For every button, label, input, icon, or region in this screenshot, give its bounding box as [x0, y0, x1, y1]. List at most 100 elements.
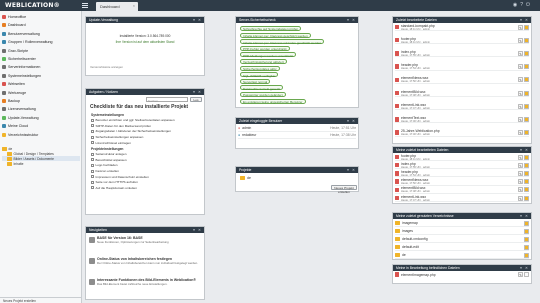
tab-dashboard[interactable]: Dashboard × [96, 2, 138, 11]
menu-toggle-icon[interactable] [82, 3, 88, 8]
folder-icon[interactable] [524, 187, 529, 193]
file-row[interactable]: index.php Heute, 17:55 Uhr · admin ✎ [395, 162, 529, 170]
folder-icon[interactable] [524, 228, 529, 234]
sidebar-item-12[interactable]: Update-Verwaltung [2, 115, 80, 121]
panel-controls[interactable]: ▾ ✕ [347, 168, 356, 172]
version-history-link[interactable]: Versionshistorie anzeigen [90, 65, 123, 69]
file-row[interactable]: elementBild.wsx Heute, 17:48 Uhr · admin ✎ [395, 90, 529, 97]
checklist-item[interactable]: Impressum und Datenschutz einstellen [91, 174, 149, 179]
checkbox[interactable] [91, 141, 94, 145]
checklist-item[interactable]: Seite vor dem HTTPS aufrufen [91, 180, 138, 185]
news-item[interactable]: Online-Status von Inhaltsbereichen festl… [89, 257, 201, 275]
tree-item-inhalte[interactable]: Inhalte [2, 161, 80, 166]
edit-icon[interactable]: ✎ [518, 187, 523, 193]
panel-controls[interactable]: ▾ ✕ [520, 214, 529, 218]
checkbox[interactable] [91, 169, 94, 173]
edit-icon[interactable]: ✎ [518, 90, 523, 96]
sidebar-item-0[interactable]: Homeoffice [2, 14, 80, 20]
edit-icon[interactable]: ✎ [518, 64, 523, 70]
file-row[interactable]: standard-kompakt.php Heute, 18:11 Uhr · a… [395, 24, 529, 31]
panel-controls[interactable]: ▾ ✕ [520, 18, 529, 22]
edit-icon[interactable]: ✎ [518, 162, 523, 168]
panel-controls[interactable]: ▾ ✕ [520, 266, 529, 270]
edit-icon[interactable]: ✎ [518, 154, 523, 160]
sidebar-item-13[interactable]: Meine Cloud [2, 123, 80, 129]
checklist-item[interactable]: Sicherheitseinstellungen anpassen [91, 135, 143, 140]
edit-icon[interactable]: ✎ [518, 179, 523, 185]
edit-icon[interactable]: ✎ [518, 103, 523, 109]
file-row[interactable]: elementNews.wsx Heute, 17:50 Uhr · admin ✎ [395, 76, 529, 84]
panel-controls[interactable]: ▾ ✕ [520, 148, 529, 152]
folder-icon[interactable] [524, 116, 529, 122]
sidebar-item-1[interactable]: Dashboard [2, 22, 80, 28]
checklist-item[interactable]: Lizenzschlüssel eintragen [91, 140, 131, 145]
news-item[interactable]: BASE für Version 16: BASE Neue Funktionen… [89, 236, 201, 254]
checklist-item[interactable]: SMTP-Daten für den Mailversand prüfen [91, 124, 151, 129]
folder-icon[interactable] [524, 252, 529, 258]
tasks-search-input[interactable]: Suchen [146, 97, 188, 103]
panel-controls[interactable]: ▾ ✕ [347, 119, 356, 123]
news-item[interactable]: Interessante Funktionen des Bild-Element… [89, 278, 201, 296]
checkbox[interactable] [91, 152, 94, 156]
panel-controls[interactable]: ▾ ✕ [193, 90, 202, 94]
folder-icon[interactable] [524, 90, 529, 96]
edit-icon[interactable]: ✎ [518, 130, 523, 136]
edit-icon[interactable]: ✎ [518, 272, 523, 277]
checklist-item[interactable]: Auf die Hauptdomain umleiten [91, 186, 137, 191]
file-row[interactable]: header.php Heute, 17:54 Uhr · admin ✎ [395, 170, 529, 178]
sidebar-item-14[interactable]: Verzeichnisstruktur [2, 132, 80, 138]
file-row[interactable]: elementLink.wsx Heute, 17:47 Uhr · admin ✎ [395, 103, 529, 111]
folder-icon[interactable] [524, 244, 529, 250]
sidebar-item-9[interactable]: Werkzeuge [2, 90, 80, 96]
file-row[interactable]: header.php Heute, 17:54 Uhr · admin ✎ [395, 63, 529, 71]
folder-icon[interactable] [524, 154, 529, 160]
panel-controls[interactable]: ▾ ✕ [193, 18, 202, 22]
user-row[interactable]: ● redakteur Heute, 17:38 Uhr [238, 132, 356, 139]
file-row[interactable]: footer.php Heute, 18:11 Uhr · admin ✎ [395, 37, 529, 45]
sidebar-item-3[interactable]: Gruppen / Rollenverwaltung [2, 39, 80, 45]
power-icon[interactable]: ⏻ [526, 2, 533, 8]
checklist-item[interactable]: Logo hochladen [91, 163, 118, 168]
checklist-item[interactable]: Favicon erstellen [91, 169, 119, 174]
checkbox[interactable] [91, 175, 94, 179]
sidebar-item-8[interactable]: Webseiten [2, 81, 80, 87]
checklist-item[interactable]: Benutzer einrichten und ggf. Stellvertre… [91, 118, 175, 123]
edit-icon[interactable]: ✎ [518, 195, 523, 201]
folder-icon[interactable] [524, 236, 529, 242]
folder-icon[interactable] [524, 220, 529, 226]
file-row[interactable]: elementBild.wsx Heute, 17:48 Uhr · admin ✎ [395, 186, 529, 194]
folder-icon[interactable] [524, 195, 529, 201]
file-row[interactable]: elementText.wsx Heute, 17:46 Uhr · admin ✎ [395, 116, 529, 124]
sidebar-item-10[interactable]: Backup [2, 98, 80, 104]
folder-row[interactable]: default-xmlconfig [395, 236, 529, 243]
folder-row[interactable]: images [395, 228, 529, 235]
edit-icon[interactable]: ✎ [518, 37, 523, 43]
checkbox[interactable] [91, 163, 94, 167]
new-project-link[interactable]: Neues Projekt erstellen [0, 297, 82, 303]
file-row[interactable]: 25-Jahre-Weblication.php Heute, 17:40 Uhr… [395, 129, 529, 137]
folder-icon[interactable] [524, 272, 529, 277]
sidebar-item-6[interactable]: Serverinformationen [2, 64, 80, 70]
folder-icon[interactable] [524, 50, 529, 56]
file-row[interactable]: index.php Heute, 17:55 Uhr · admin ✎ [395, 50, 529, 58]
tasks-search-button[interactable]: Los [190, 97, 202, 102]
folder-icon[interactable] [524, 77, 529, 83]
file-row[interactable]: elementNews.wsx Heute, 17:50 Uhr · admin ✎ [395, 178, 529, 186]
checklist-item[interactable]: Seitenstruktur anlegen [91, 152, 126, 157]
folder-row[interactable]: default-edit [395, 244, 529, 251]
project-item[interactable]: de [240, 176, 251, 180]
checklist-item[interactable]: Zugangsdaten / Aktivieren der Sicherheit… [91, 129, 171, 134]
panel-controls[interactable]: ▾ ✕ [193, 228, 202, 232]
sidebar-item-4[interactable]: Grav-Skripte [2, 48, 80, 54]
file-row[interactable]: elementLink.wsx Heute, 17:47 Uhr · admin ✎ [395, 195, 529, 202]
edit-icon[interactable]: ✎ [518, 24, 523, 30]
edit-icon[interactable]: ✎ [518, 50, 523, 56]
checkbox[interactable] [91, 186, 94, 190]
folder-icon[interactable] [524, 103, 529, 109]
checklist-item[interactable]: Bereichstitel anpassen [91, 158, 127, 163]
file-row[interactable]: elementImagemap.php ✎ [395, 271, 529, 278]
edit-icon[interactable]: ✎ [518, 77, 523, 83]
folder-row[interactable]: de [395, 252, 529, 259]
folder-icon[interactable] [524, 37, 529, 43]
sidebar-item-5[interactable]: Sicherheitscenter [2, 56, 80, 62]
